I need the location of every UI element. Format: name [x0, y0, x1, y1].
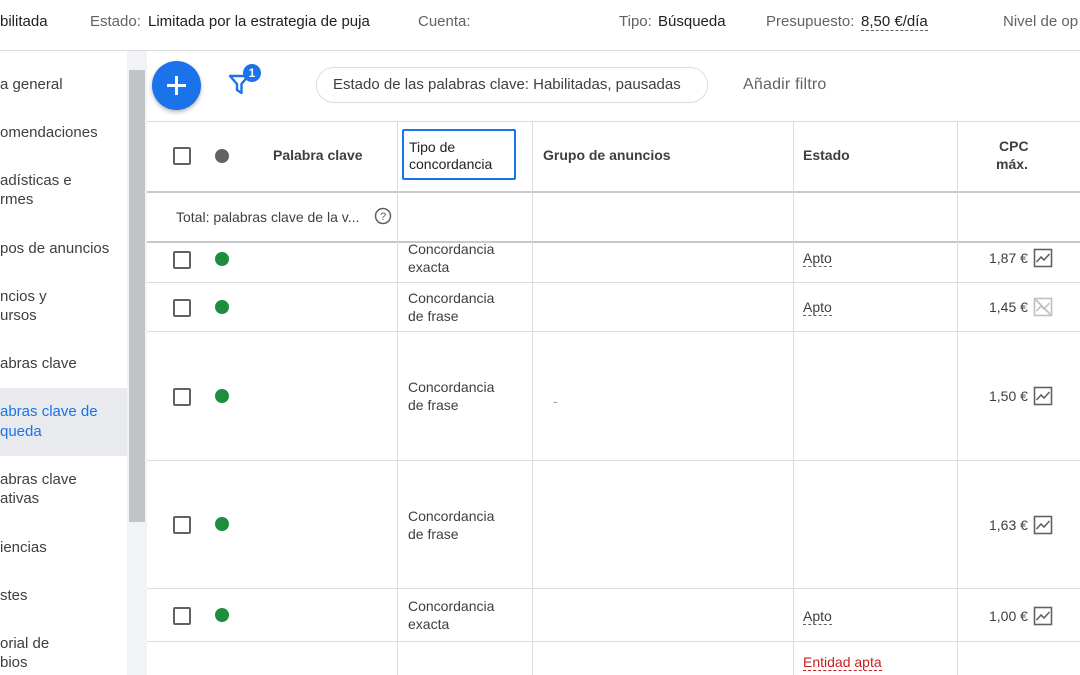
status-column-dot-icon[interactable]: [215, 149, 229, 163]
nav-item-label-line2: rmes: [0, 191, 34, 208]
nav-item-label: abras clave: [0, 355, 77, 372]
status-value[interactable]: Apto: [803, 608, 832, 625]
plus-icon: [167, 76, 186, 95]
row-checkbox[interactable]: [173, 251, 191, 269]
add-keyword-button[interactable]: [152, 61, 201, 110]
left-navigation: a general omendaciones adísticas e rmes …: [0, 51, 127, 675]
header-tipo-line2: concordancia: [409, 156, 493, 172]
match-type-line2: exacta: [408, 259, 450, 275]
match-type-line1: Concordancia: [408, 598, 495, 614]
enabled-status-dot-icon[interactable]: [215, 517, 229, 531]
status-value[interactable]: Entidad apta: [803, 654, 882, 671]
enabled-status-dot-icon[interactable]: [215, 389, 229, 403]
keywords-table: Palabra clave Tipo de concordancia Grupo…: [147, 121, 1080, 675]
nav-item-label: abras clave de: [0, 403, 98, 420]
nav-item-label: pos de anuncios: [0, 240, 110, 257]
header-grupo-anuncios[interactable]: Grupo de anuncios: [543, 147, 671, 164]
cpc-value[interactable]: 1,63 €: [989, 517, 1028, 533]
match-type-line1: Concordancia: [408, 508, 495, 524]
nav-item-grupos-anuncios[interactable]: pos de anuncios: [0, 239, 127, 259]
select-all-checkbox[interactable]: [173, 147, 191, 165]
nav-item-historial-cambios[interactable]: orial de bios: [0, 634, 127, 674]
cpc-value[interactable]: 1,87 €: [989, 250, 1028, 266]
trend-chart-icon[interactable]: [1033, 515, 1053, 535]
estado-label: Estado:: [90, 13, 141, 30]
nav-item-label: ncios y: [0, 288, 47, 305]
presupuesto-value[interactable]: 8,50 €/día: [861, 13, 928, 31]
nivel-optimizacion-label: Nivel de op: [1003, 13, 1079, 30]
nav-item-label: stes: [0, 587, 28, 604]
nav-item-palabras-clave-busqueda[interactable]: abras clave de queda: [0, 388, 127, 456]
estado-value[interactable]: Limitada por la estrategia de puja: [148, 13, 370, 30]
status-value[interactable]: Apto: [803, 250, 832, 267]
nav-item-label-line2: queda: [0, 423, 42, 440]
nav-item-ajustes[interactable]: stes: [0, 586, 127, 606]
nav-item-audiencias[interactable]: iencias: [0, 538, 127, 558]
match-type-line2: de frase: [408, 526, 459, 542]
trend-chart-icon[interactable]: [1033, 386, 1053, 406]
svg-text:?: ?: [380, 211, 386, 223]
nav-item-label: a general: [0, 76, 63, 93]
nav-item-estadisticas[interactable]: adísticas e rmes: [0, 171, 127, 211]
match-type-line2: exacta: [408, 616, 450, 632]
nav-item-label: abras clave: [0, 471, 77, 488]
cpc-value[interactable]: 1,45 €: [989, 299, 1028, 315]
header-palabra-clave[interactable]: Palabra clave: [273, 147, 363, 164]
nav-item-resumen[interactable]: a general: [0, 75, 127, 95]
nav-item-palabras-clave-negativas[interactable]: abras clave ativas: [0, 470, 127, 510]
total-row-label: Total: palabras clave de la v...: [176, 209, 360, 225]
nav-item-recomendaciones[interactable]: omendaciones: [0, 123, 127, 143]
cuenta-label: Cuenta:: [418, 13, 471, 30]
status-value[interactable]: Apto: [803, 299, 832, 316]
tipo-label: Tipo:: [619, 13, 652, 30]
row-checkbox[interactable]: [173, 388, 191, 406]
tipo-value: Búsqueda: [658, 13, 726, 30]
enabled-status-dot-icon[interactable]: [215, 300, 229, 314]
match-type-line1: Concordancia: [408, 379, 495, 395]
nav-item-label: omendaciones: [0, 124, 98, 141]
nav-item-label: orial de: [0, 635, 50, 652]
header-cpc-line2[interactable]: máx.: [996, 156, 1028, 173]
trend-chart-icon[interactable]: [1033, 248, 1053, 268]
row-checkbox[interactable]: [173, 607, 191, 625]
nav-item-label-line2: ativas: [0, 490, 40, 507]
header-estado[interactable]: Estado: [803, 147, 850, 164]
campaign-status-bar: bilitada Estado: Limitada por la estrate…: [0, 0, 1080, 51]
nav-item-label: iencias: [0, 539, 47, 556]
cpc-value[interactable]: 1,50 €: [989, 388, 1028, 404]
nav-item-palabras-clave[interactable]: abras clave: [0, 354, 127, 374]
cpc-value[interactable]: 1,00 €: [989, 608, 1028, 624]
nav-item-label: adísticas e: [0, 172, 72, 189]
enabled-status-dot-icon[interactable]: [215, 252, 229, 266]
match-type-line1: Concordancia: [408, 290, 495, 306]
header-tipo-concordancia[interactable]: Tipo de concordancia: [402, 129, 516, 180]
header-tipo-line1: Tipo de: [409, 139, 456, 155]
match-type-line2: de frase: [408, 308, 459, 324]
sidebar-scrollbar-thumb[interactable]: [129, 70, 145, 522]
header-cpc-line1[interactable]: CPC: [999, 138, 1029, 155]
match-type-line2: de frase: [408, 397, 459, 413]
ad-group-value[interactable]: -: [553, 393, 558, 410]
nav-item-anuncios-recursos[interactable]: ncios y ursos: [0, 287, 127, 327]
row-checkbox[interactable]: [173, 299, 191, 317]
enabled-status-dot-icon[interactable]: [215, 608, 229, 622]
filter-count-badge: 1: [243, 64, 261, 82]
match-type-line1: Concordancia: [408, 241, 495, 257]
trend-chart-icon[interactable]: [1033, 606, 1053, 626]
row-checkbox[interactable]: [173, 516, 191, 534]
help-icon[interactable]: ?: [374, 207, 392, 225]
trend-chart-disabled-icon: [1033, 297, 1053, 317]
nav-item-label-line2: ursos: [0, 307, 37, 324]
keyword-status-filter-chip[interactable]: Estado de las palabras clave: Habilitada…: [316, 67, 708, 103]
nav-item-label-line2: bios: [0, 654, 28, 671]
presupuesto-label: Presupuesto:: [766, 13, 855, 30]
add-filter-button[interactable]: Añadir filtro: [743, 76, 827, 94]
campaign-status[interactable]: bilitada: [0, 13, 48, 30]
